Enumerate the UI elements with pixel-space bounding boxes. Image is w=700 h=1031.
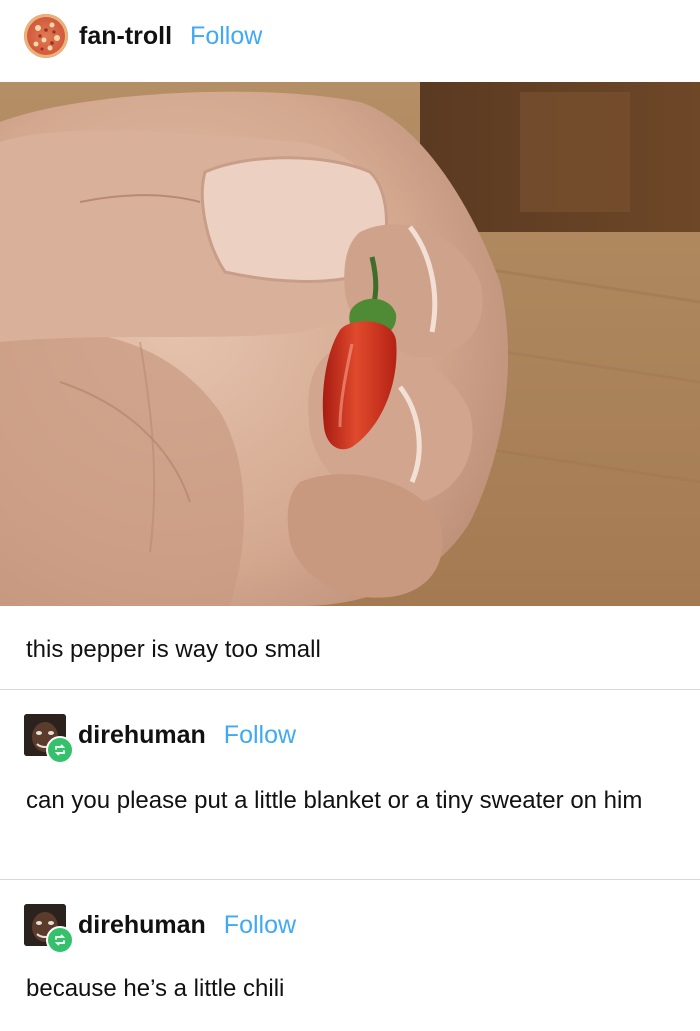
follow-button[interactable]: Follow [224, 911, 296, 940]
divider [0, 879, 700, 880]
follow-button[interactable]: Follow [224, 721, 296, 750]
reblog-text: can you please put a little blanket or a… [26, 787, 643, 814]
face-avatar-icon[interactable] [24, 904, 74, 954]
reblog-header: direhuman Follow [24, 712, 296, 764]
post-header: fan-troll Follow [24, 14, 262, 58]
reblog-text: because he’s a little chili [26, 975, 285, 1002]
post-photo[interactable] [0, 82, 700, 606]
reblog-username[interactable]: direhuman [78, 721, 206, 750]
reblog-header: direhuman Follow [24, 902, 296, 954]
reblog-username[interactable]: direhuman [78, 911, 206, 940]
post-caption: this pepper is way too small [26, 636, 321, 663]
follow-button[interactable]: Follow [190, 22, 262, 51]
divider [0, 689, 700, 690]
face-avatar-icon[interactable] [24, 714, 74, 764]
reblog-icon [46, 926, 74, 954]
reblog-icon [46, 736, 74, 764]
post-username[interactable]: fan-troll [79, 22, 172, 51]
pizza-avatar-icon[interactable] [24, 14, 68, 58]
